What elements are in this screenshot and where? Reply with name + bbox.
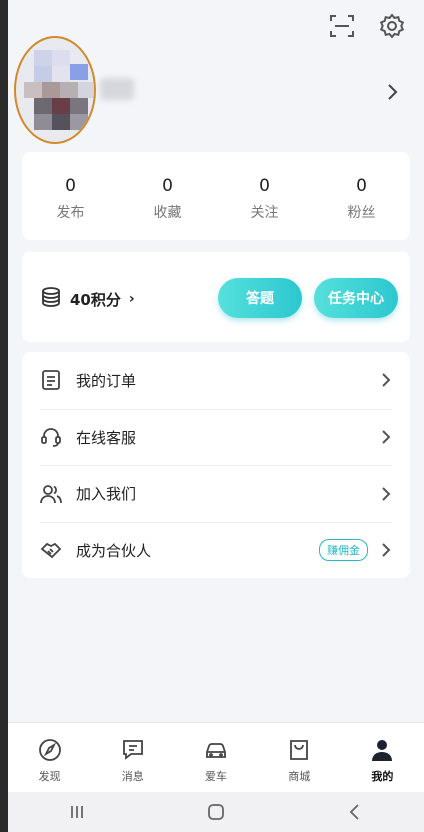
menu-item-orders[interactable]: 我的订单 (40, 352, 392, 409)
points-balance: 40积分 (70, 290, 121, 309)
stat-favorites[interactable]: 0 收藏 (119, 152, 216, 240)
recent-apps-icon[interactable] (67, 802, 87, 822)
menu-item-label: 我的订单 (76, 371, 137, 390)
tab-my-car[interactable]: 爱车 (174, 723, 257, 792)
menu-item-support[interactable]: 在线客服 (40, 408, 392, 466)
answer-quiz-button[interactable]: 答题 (218, 278, 302, 318)
tab-me[interactable]: 我的 (341, 723, 424, 792)
tab-messages[interactable]: 消息 (91, 723, 174, 792)
menu-item-join[interactable]: 加入我们 (40, 465, 392, 522)
list-icon (40, 369, 62, 391)
menu-item-partner[interactable]: 成为合伙人 赚佣金 (40, 521, 392, 579)
chevron-right-icon[interactable] (386, 82, 400, 102)
points-card: 40积分 › 答题 任务中心 (22, 252, 410, 342)
shopping-bag-icon (286, 737, 312, 763)
coins-icon (40, 286, 62, 312)
chevron-right-icon (380, 541, 392, 559)
stat-followers[interactable]: 0 粉丝 (313, 152, 410, 240)
bottom-tab-bar: 发现 消息 爱车 商城 我的 (8, 722, 424, 792)
user-icon (369, 737, 395, 763)
avatar-pixelated-image (16, 38, 94, 142)
handshake-icon (40, 539, 62, 561)
system-navigation-bar (8, 792, 424, 832)
points-arrow: › (128, 291, 135, 307)
headset-icon (40, 426, 62, 448)
commission-badge: 赚佣金 (319, 539, 368, 562)
tab-label: 商城 (288, 770, 311, 783)
screen: 0 发布 0 收藏 0 关注 0 粉丝 40积分 › 答题 任务中心 我的订单 … (8, 0, 424, 832)
menu-item-label: 成为合伙人 (76, 541, 152, 560)
username-blurred (100, 78, 134, 100)
stat-value: 0 (162, 176, 173, 196)
tab-label: 消息 (121, 770, 144, 783)
stat-label: 发布 (56, 205, 85, 221)
device-edge (0, 0, 8, 832)
top-bar (328, 12, 406, 40)
compass-icon (37, 737, 63, 763)
stat-following[interactable]: 0 关注 (216, 152, 313, 240)
stat-posts[interactable]: 0 发布 (22, 152, 119, 240)
stat-label: 关注 (250, 205, 279, 221)
tab-label: 爱车 (205, 770, 227, 783)
stat-label: 粉丝 (347, 205, 376, 221)
tab-label: 我的 (371, 770, 394, 783)
chevron-right-icon (380, 371, 392, 389)
people-icon (40, 483, 62, 505)
stat-label: 收藏 (153, 205, 182, 221)
stat-value: 0 (65, 176, 76, 196)
back-icon[interactable] (345, 802, 365, 822)
task-center-button[interactable]: 任务中心 (314, 278, 398, 318)
chat-icon (120, 737, 146, 763)
scan-icon[interactable] (328, 12, 356, 40)
stat-value: 0 (356, 176, 367, 196)
tab-mall[interactable]: 商城 (258, 723, 341, 792)
stat-value: 0 (259, 176, 270, 196)
stats-card: 0 发布 0 收藏 0 关注 0 粉丝 (22, 152, 410, 240)
avatar[interactable] (14, 36, 96, 144)
home-icon[interactable] (206, 802, 226, 822)
chevron-right-icon (380, 428, 392, 446)
chevron-right-icon (380, 485, 392, 503)
tab-discover[interactable]: 发现 (8, 723, 91, 792)
points-link[interactable]: 40积分 › (40, 286, 135, 312)
menu-item-label: 加入我们 (76, 485, 137, 504)
gear-icon[interactable] (378, 12, 406, 40)
menu-card: 我的订单 在线客服 加入我们 成为合伙人 赚佣金 (22, 352, 410, 578)
tab-label: 发现 (38, 770, 61, 783)
car-icon (203, 737, 229, 763)
menu-item-label: 在线客服 (76, 428, 137, 447)
